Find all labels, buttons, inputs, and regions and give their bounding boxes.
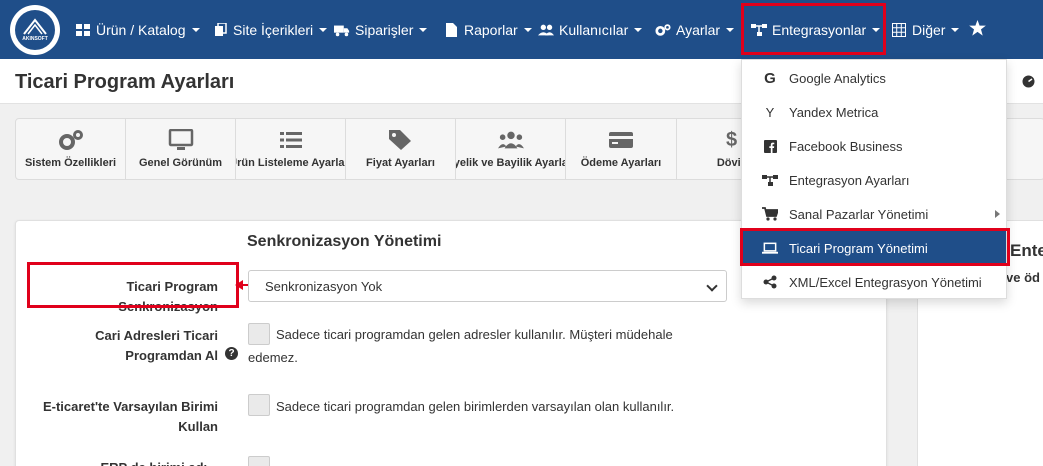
erp-label: ERP de birimi adı... [30, 458, 218, 466]
nav-label: Diğer [912, 21, 946, 38]
menu-item-sanal-pazarlar[interactable]: Sanal Pazarlar Yönetimi [742, 197, 1006, 231]
credit-card-icon [608, 129, 634, 151]
tab-odeme-ayarlari[interactable]: Ödeme Ayarları [566, 119, 677, 179]
page-title: Ticari Program Ayarları [15, 71, 235, 93]
nav-diger[interactable]: Diğer [891, 0, 960, 59]
facebook-icon [762, 138, 778, 154]
address-description-1: Sadece ticari programdan gelen adresler … [276, 327, 673, 342]
side-panel-subtitle: ve öd [1006, 270, 1040, 285]
unit-checkbox[interactable] [248, 394, 270, 416]
tab-fiyat-ayarlari[interactable]: Fiyat Ayarları [346, 119, 456, 179]
nav-ayarlar[interactable]: Ayarlar [655, 0, 735, 59]
nav-label: Siparişler [355, 21, 414, 38]
unit-label: E-ticaret'te Varsayılan Birimi Kullan [42, 399, 218, 434]
nav-label: Raporlar [464, 21, 518, 38]
tab-uyelik-bayilik[interactable]: Üyelik ve Bayilik Ayarları [456, 119, 566, 179]
nav-entegrasyonlar[interactable]: Entegrasyonlar [751, 0, 881, 59]
sync-select-value: Senkronizasyon Yok [265, 279, 383, 294]
menu-item-xml-excel[interactable]: XML/Excel Entegrasyon Yönetimi [742, 265, 1006, 299]
caret-down-icon [872, 27, 881, 32]
yandex-icon: Y [765, 104, 775, 120]
cogs-icon [58, 129, 84, 151]
side-panel-title: Ente [1010, 241, 1043, 260]
star-icon [969, 20, 986, 39]
panel-title: Senkronizasyon Yönetimi [247, 233, 442, 250]
nav-kullanicilar[interactable]: Kullanıcılar [538, 0, 643, 59]
sync-label: Ticari Program Senkronizasyon [118, 279, 218, 314]
logo-text: AKINSOFT [22, 36, 48, 42]
caret-down-icon [951, 27, 960, 32]
entegrasyonlar-dropdown: G Google Analytics Y Yandex Metrica Face… [741, 59, 1007, 299]
caret-down-icon [319, 27, 328, 32]
logo-mark-icon [23, 18, 47, 35]
truck-icon [334, 23, 350, 37]
sitemap-icon [751, 23, 767, 37]
top-navbar: AKINSOFT Ürün / Katalog Site İçerikleri … [0, 0, 1043, 59]
menu-item-yandex-metrica[interactable]: Y Yandex Metrica [742, 95, 1006, 129]
monitor-icon [168, 129, 194, 151]
tab-sistem-ozellikleri[interactable]: Sistem Özellikleri [16, 119, 126, 179]
address-checkbox[interactable] [248, 323, 270, 345]
caret-right-icon [995, 210, 1000, 218]
caret-down-icon [523, 27, 532, 32]
caret-down-icon [726, 27, 735, 32]
google-icon: G [764, 69, 776, 87]
share-icon [762, 274, 778, 290]
dashboard-icon[interactable] [1022, 75, 1035, 91]
cubes-icon [75, 23, 91, 37]
cogs-icon [655, 23, 671, 37]
sitemap-icon [762, 172, 778, 188]
nav-siparisler[interactable]: Siparişler [334, 0, 428, 59]
menu-item-ticari-program[interactable]: Ticari Program Yönetimi [742, 231, 1006, 265]
cart-icon [762, 206, 778, 222]
help-icon[interactable]: ? [225, 347, 238, 360]
favorites-button[interactable] [969, 0, 986, 59]
menu-item-google-analytics[interactable]: G Google Analytics [742, 61, 1006, 95]
grid-icon [891, 22, 907, 37]
sync-select[interactable]: Senkronizasyon Yok [248, 270, 727, 302]
nav-label: Entegrasyonlar [772, 21, 867, 38]
tab-label: Genel Görünüm [138, 157, 223, 169]
nav-label: Kullanıcılar [559, 21, 629, 38]
nav-label: Site İçerikleri [233, 21, 314, 38]
tab-label: Sistem Özellikleri [24, 157, 117, 169]
tab-label: Ürün Listeleme Ayarları [236, 157, 345, 169]
nav-site-icerikleri[interactable]: Site İçerikleri [212, 0, 328, 59]
address-description-2: edemez. [248, 350, 298, 365]
caret-down-icon [634, 27, 643, 32]
caret-down-icon [419, 27, 428, 32]
users-icon [538, 23, 554, 37]
chevron-down-icon [706, 280, 718, 292]
laptop-icon [762, 240, 778, 256]
tab-urun-listeleme[interactable]: Ürün Listeleme Ayarları [236, 119, 346, 179]
file-icon [443, 22, 459, 37]
unit-description: Sadece ticari programdan gelen birimlerd… [276, 399, 675, 414]
tab-label: Üyelik ve Bayilik Ayarları [456, 157, 565, 169]
nav-label: Ayarlar [676, 21, 721, 38]
address-label: Cari Adresleri Ticari Programdan Al [95, 328, 218, 363]
nav-urun-katalog[interactable]: Ürün / Katalog [75, 0, 200, 59]
erp-checkbox[interactable] [248, 456, 270, 466]
nav-label: Ürün / Katalog [96, 21, 186, 38]
menu-item-facebook-business[interactable]: Facebook Business [742, 129, 1006, 163]
akinsoft-logo[interactable]: AKINSOFT [10, 5, 60, 55]
copy-icon [212, 22, 228, 37]
users-icon [497, 129, 524, 151]
tags-icon [388, 129, 414, 151]
caret-down-icon [191, 27, 200, 32]
tab-genel-gorunum[interactable]: Genel Görünüm [126, 119, 236, 179]
list-icon [278, 129, 304, 151]
menu-item-entegrasyon-ayarlari[interactable]: Entegrasyon Ayarları [742, 163, 1006, 197]
nav-raporlar[interactable]: Raporlar [443, 0, 532, 59]
tab-label: Fiyat Ayarları [366, 157, 435, 169]
tab-label: Ödeme Ayarları [580, 157, 662, 169]
